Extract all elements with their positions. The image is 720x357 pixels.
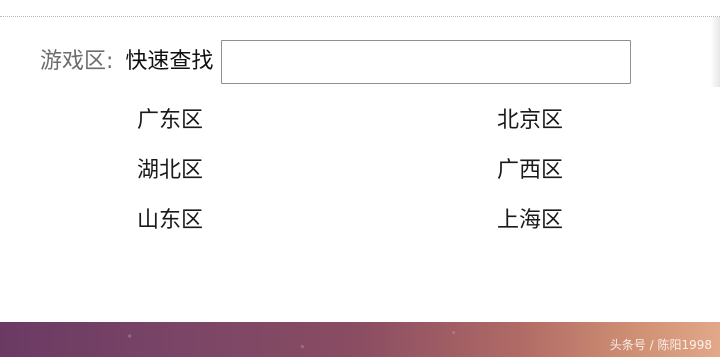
right-edge-shade xyxy=(710,17,720,87)
watermark-text: 头条号 / 陈阳1998 xyxy=(609,338,712,352)
region-shanghai[interactable]: 上海区 xyxy=(497,206,597,236)
region-beijing[interactable]: 北京区 xyxy=(497,106,597,136)
quick-search-label: 快速查找 xyxy=(125,49,214,74)
search-row: 游戏区: 快速查找 xyxy=(40,38,632,86)
zone-label: 游戏区: xyxy=(40,49,114,74)
region-guangdong[interactable]: 广东区 xyxy=(137,106,497,136)
region-guangxi[interactable]: 广西区 xyxy=(497,156,597,186)
region-shandong[interactable]: 山东区 xyxy=(137,206,497,236)
region-hubei[interactable]: 湖北区 xyxy=(137,156,497,186)
top-divider xyxy=(0,16,720,17)
region-grid: 广东区 北京区 湖北区 广西区 山东区 上海区 xyxy=(137,106,597,236)
footer-banner: 头条号 / 陈阳1998 xyxy=(0,322,720,357)
search-input[interactable] xyxy=(221,40,632,84)
